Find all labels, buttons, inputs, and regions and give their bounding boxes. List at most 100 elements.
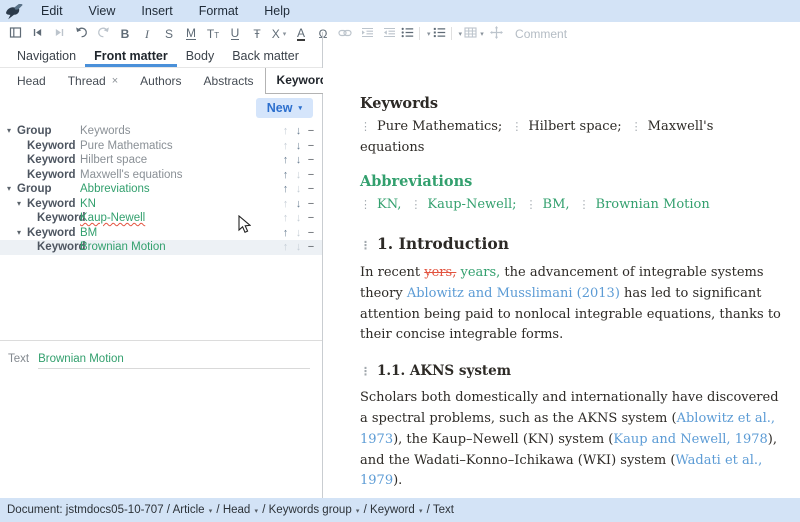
- breadcrumb-item[interactable]: Keywords group ▾: [269, 504, 361, 516]
- move-down-button[interactable]: ↓: [292, 153, 305, 168]
- tab-front-matter[interactable]: Front matter: [85, 45, 177, 67]
- outdent-button[interactable]: [379, 24, 399, 44]
- move-down-button[interactable]: ↓: [292, 168, 305, 183]
- move-up-button[interactable]: ↑: [279, 211, 292, 226]
- chevron-down-icon[interactable]: ▾: [480, 30, 484, 38]
- drag-handle-icon[interactable]: ⋮: [360, 198, 370, 211]
- tab-authors[interactable]: Authors: [129, 69, 192, 94]
- keywords-line[interactable]: ⋮Pure Mathematics;⋮Hilbert space;⋮Maxwel…: [360, 116, 784, 158]
- strikethrough-button[interactable]: Ŧ: [247, 24, 267, 44]
- remove-button[interactable]: −: [305, 168, 317, 183]
- tree-row[interactable]: ▾KeywordBM↑↓−: [0, 226, 322, 241]
- move-down-button[interactable]: ↓: [292, 240, 305, 255]
- menu-view[interactable]: View: [76, 4, 129, 18]
- drag-handle-icon[interactable]: ⋮: [360, 239, 370, 252]
- small-caps-button[interactable]: S: [159, 24, 179, 44]
- section-heading[interactable]: ⋮1. Introduction: [360, 234, 784, 253]
- menu-help[interactable]: Help: [251, 4, 303, 18]
- tree-row[interactable]: KeywordPure Mathematics↑↓−: [0, 139, 322, 154]
- tree-row[interactable]: KeywordKaup-Newell↑↓−: [0, 211, 322, 226]
- move-down-button[interactable]: ↓: [292, 139, 305, 154]
- section-heading[interactable]: Keywords: [360, 95, 784, 112]
- underline-button[interactable]: U: [225, 24, 245, 44]
- remove-button[interactable]: −: [305, 153, 317, 168]
- collapse-caret-icon[interactable]: ▾: [17, 226, 21, 241]
- tab-navigation[interactable]: Navigation: [8, 45, 85, 67]
- breadcrumb-item[interactable]: Head ▾: [223, 504, 259, 516]
- move-up-button[interactable]: ↑: [279, 168, 292, 183]
- breadcrumb-item[interactable]: Article ▾: [173, 504, 214, 516]
- remove-button[interactable]: −: [305, 124, 317, 139]
- section-heading[interactable]: ⋮1.1. AKNS system: [360, 363, 784, 379]
- move-down-button[interactable]: ↓: [292, 226, 305, 241]
- document-content[interactable]: Keywords⋮Pure Mathematics;⋮Hilbert space…: [323, 45, 800, 498]
- drag-handle-icon[interactable]: ⋮: [360, 365, 370, 378]
- move-up-button[interactable]: ↑: [279, 197, 292, 212]
- move-up-button[interactable]: ↑: [279, 124, 292, 139]
- clear-format-button[interactable]: X▾: [269, 24, 289, 44]
- collapse-caret-icon[interactable]: ▾: [7, 182, 11, 197]
- bold-button[interactable]: B: [115, 24, 135, 44]
- jump-next-button[interactable]: [49, 24, 69, 44]
- citation-link[interactable]: Ablowitz and Musslimani (2013): [407, 286, 620, 301]
- breadcrumb-item[interactable]: Keyword ▾: [370, 504, 423, 516]
- tree-row[interactable]: KeywordHilbert space↑↓−: [0, 153, 322, 168]
- drag-handle-icon[interactable]: ⋮: [526, 198, 536, 211]
- drag-handle-icon[interactable]: ⋮: [360, 120, 370, 133]
- move-up-button[interactable]: ↑: [279, 153, 292, 168]
- tab-head[interactable]: Head: [6, 69, 57, 94]
- toggle-panel-button[interactable]: [5, 24, 25, 44]
- title-case-button[interactable]: TT: [203, 24, 223, 44]
- redo-button[interactable]: [93, 24, 113, 44]
- move-up-button[interactable]: ↑: [279, 139, 292, 154]
- remove-button[interactable]: −: [305, 197, 317, 212]
- move-button[interactable]: [486, 24, 506, 44]
- move-down-button[interactable]: ↓: [292, 197, 305, 212]
- keyword-item[interactable]: Pure Mathematics;: [377, 119, 502, 134]
- chevron-down-icon[interactable]: ▾: [427, 30, 431, 38]
- numbered-list-button[interactable]: ▾: [433, 24, 463, 44]
- tree-row[interactable]: ▾KeywordKN↑↓−: [0, 197, 322, 212]
- drag-handle-icon[interactable]: ⋮: [631, 120, 641, 133]
- menu-insert[interactable]: Insert: [128, 4, 185, 18]
- remove-button[interactable]: −: [305, 182, 317, 197]
- tree-row[interactable]: ▾GroupKeywords↑↓−: [0, 124, 322, 139]
- move-down-button[interactable]: ↓: [292, 211, 305, 226]
- keywords-line[interactable]: ⋮KN,⋮Kaup-Newell;⋮BM,⋮Brownian Motion: [360, 194, 784, 215]
- collapse-caret-icon[interactable]: ▾: [7, 124, 11, 139]
- bullet-list-button[interactable]: ▾: [401, 24, 431, 44]
- monospace-button[interactable]: M: [181, 24, 201, 44]
- remove-button[interactable]: −: [305, 226, 317, 241]
- keyword-item[interactable]: BM,: [543, 197, 570, 212]
- tab-thread[interactable]: Thread×: [57, 69, 129, 94]
- drag-handle-icon[interactable]: ⋮: [511, 120, 521, 133]
- undo-button[interactable]: [71, 24, 91, 44]
- drag-handle-icon[interactable]: ⋮: [410, 198, 420, 211]
- keyword-item[interactable]: Brownian Motion: [596, 197, 710, 212]
- insert-symbol-button[interactable]: Ω: [313, 24, 333, 44]
- insert-link-button[interactable]: [335, 24, 355, 44]
- citation-link[interactable]: Kaup and Newell, 1978: [613, 432, 767, 447]
- text-color-button[interactable]: A: [291, 24, 311, 44]
- new-button[interactable]: New▾: [256, 98, 313, 118]
- move-up-button[interactable]: ↑: [279, 182, 292, 197]
- move-up-button[interactable]: ↑: [279, 240, 292, 255]
- close-icon[interactable]: ×: [112, 75, 118, 87]
- section-heading[interactable]: Abbreviations: [360, 173, 784, 190]
- tree-row[interactable]: ▾GroupAbbreviations↑↓−: [0, 182, 322, 197]
- collapse-caret-icon[interactable]: ▾: [17, 197, 21, 212]
- tab-back-matter[interactable]: Back matter: [223, 45, 308, 67]
- text-field-input[interactable]: Brownian Motion: [38, 353, 310, 369]
- tree-row[interactable]: KeywordMaxwell's equations↑↓−: [0, 168, 322, 183]
- insert-table-button[interactable]: ▾: [464, 24, 484, 44]
- move-up-button[interactable]: ↑: [279, 226, 292, 241]
- menu-edit[interactable]: Edit: [28, 4, 76, 18]
- paragraph[interactable]: Scholars both domestically and internati…: [360, 388, 784, 492]
- tab-body[interactable]: Body: [177, 45, 224, 67]
- move-down-button[interactable]: ↓: [292, 182, 305, 197]
- remove-button[interactable]: −: [305, 211, 317, 226]
- keyword-item[interactable]: Kaup-Newell;: [427, 197, 516, 212]
- italic-button[interactable]: I: [137, 24, 157, 44]
- comment-button[interactable]: Comment: [515, 27, 567, 41]
- indent-button[interactable]: [357, 24, 377, 44]
